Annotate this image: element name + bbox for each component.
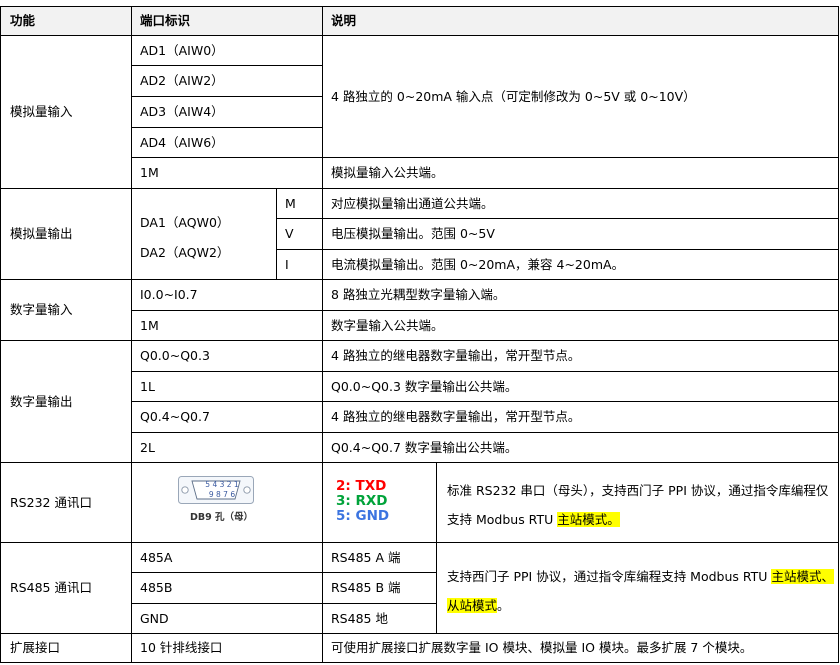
rs232-signal-txd-name: TXD: [355, 478, 387, 494]
digital-out-desc-4: Q0.4~Q0.7 数字量输出公共端。: [331, 439, 518, 455]
db9-bottom-pins: 9 8 7 6: [208, 490, 236, 499]
digital-in-port-1: I0.0~I0.7: [140, 287, 198, 302]
analog-in-desc: 4 路独立的 0~20mA 输入点（可定制修改为 0~5V 或 0~10V）: [331, 88, 696, 104]
rs232-desc-line2: 支持 Modbus RTU 主站模式。: [447, 511, 837, 529]
analog-out-sub-v: V: [285, 226, 294, 241]
analog-in-common-desc: 模拟量输入公共端。: [331, 165, 444, 180]
rs485-signal-gnd: RS485 地: [331, 610, 388, 626]
digital-out-port-1: Q0.0~Q0.3: [140, 348, 210, 363]
digital-out-desc-2: Q0.0~Q0.3 数字量输出公共端。: [331, 378, 518, 394]
rs485-signal-a: RS485 A 端: [331, 549, 401, 565]
analog-in-port-4: AD4（AIW6）: [140, 134, 224, 150]
digital-in-desc-2: 数字量输入公共端。: [331, 317, 444, 333]
analog-in-common-port: 1M: [140, 165, 159, 180]
db9-top-pins: 5 4 3 2 1: [205, 480, 239, 489]
analog-out-desc-m: 对应模拟量输出通道公共端。: [331, 195, 494, 211]
expansion-desc: 可使用扩展接口扩展数字量 IO 模块、模拟量 IO 模块。最多扩展 7 个模块。: [331, 640, 753, 655]
header-desc: 说明: [323, 7, 838, 35]
analog-out-sub-m: M: [285, 195, 296, 211]
analog-in-port-1: AD1（AIW0）: [140, 42, 224, 58]
rs232-signal-gnd: 5: GND: [336, 508, 436, 524]
analog-in-func: 模拟量输入: [10, 104, 73, 119]
digital-in-func: 数字量输入: [10, 302, 73, 317]
digital-out-port-3: Q0.4~Q0.7: [140, 409, 210, 424]
analog-out-sub-i: I: [285, 256, 289, 272]
rs232-signal-rxd: 3: RXD: [336, 493, 436, 509]
rs232-desc-line2-prefix: 支持 Modbus RTU: [447, 512, 558, 527]
rs485-port-gnd: GND: [140, 610, 169, 626]
analog-out-port-2: DA2（AQW2）: [140, 245, 230, 260]
analog-out-port-1: DA1（AQW0）: [140, 215, 230, 230]
expansion-func: 扩展接口: [10, 640, 61, 655]
analog-out-desc-i: 电流模拟量输出。范围 0~20mA，兼容 4~20mA。: [331, 256, 625, 272]
rs232-signal-txd-num: 2:: [336, 478, 351, 494]
rs232-signal-txd: 2: TXD: [336, 478, 436, 494]
digital-out-port-4: 2L: [140, 439, 155, 455]
rs232-signal-rxd-name: RXD: [355, 493, 388, 509]
rs232-desc-highlight: 主站模式。: [557, 512, 620, 527]
rs485-desc-highlight-1: 主站模式、: [771, 569, 834, 584]
digital-out-desc-1: 4 路独立的继电器数字量输出，常开型节点。: [331, 348, 581, 363]
expansion-port: 10 针排线接口: [140, 640, 223, 655]
rs485-port-b: 485B: [140, 580, 173, 595]
rs232-desc-line1: 标准 RS232 串口（母头），支持西门子 PPI 协议，通过指令库编程仅: [447, 483, 829, 498]
analog-in-port-3: AD3（AIW4）: [140, 104, 224, 119]
analog-out-desc-v: 电压模拟量输出。范围 0~5V: [331, 226, 495, 241]
digital-in-desc-1: 8 路独立光耦型数字量输入端。: [331, 287, 506, 302]
digital-out-desc-3: 4 路独立的继电器数字量输出，常开型节点。: [331, 409, 581, 424]
digital-out-func: 数字量输出: [10, 393, 73, 409]
rs485-desc-line1-prefix: 支持西门子 PPI 协议，通过指令库编程支持 Modbus RTU: [447, 569, 772, 584]
digital-out-port-2: 1L: [140, 378, 155, 394]
db9-label: DB9 孔（母）: [190, 512, 254, 523]
analog-out-func: 模拟量输出: [10, 226, 73, 241]
rs485-desc-line2: 从站模式。: [447, 597, 837, 615]
analog-in-port-2: AD2（AIW2）: [140, 73, 224, 88]
rs232-signal-rxd-num: 3:: [336, 493, 351, 509]
rs485-desc-line1: 支持西门子 PPI 协议，通过指令库编程支持 Modbus RTU 主站模式、: [447, 568, 837, 586]
header-port: 端口标识: [132, 7, 322, 35]
rs485-desc-line2-suffix: 。: [497, 598, 510, 613]
header-func: 功能: [1, 7, 131, 35]
rs485-signal-b: RS485 B 端: [331, 580, 401, 595]
rs232-func: RS232 通讯口: [10, 494, 92, 510]
port-spec-table: 功能 端口标识 说明 模拟量输入 AD1（AIW0） AD2（AIW2） AD3…: [0, 0, 840, 665]
digital-in-port-2: 1M: [140, 317, 159, 333]
rs232-signal-gnd-name: GND: [355, 508, 390, 524]
rs485-desc-highlight-2: 从站模式: [447, 598, 498, 613]
rs232-signal-gnd-num: 5:: [336, 508, 351, 524]
rs485-func: RS485 通讯口: [10, 580, 92, 595]
rs485-port-a: 485A: [140, 549, 173, 565]
